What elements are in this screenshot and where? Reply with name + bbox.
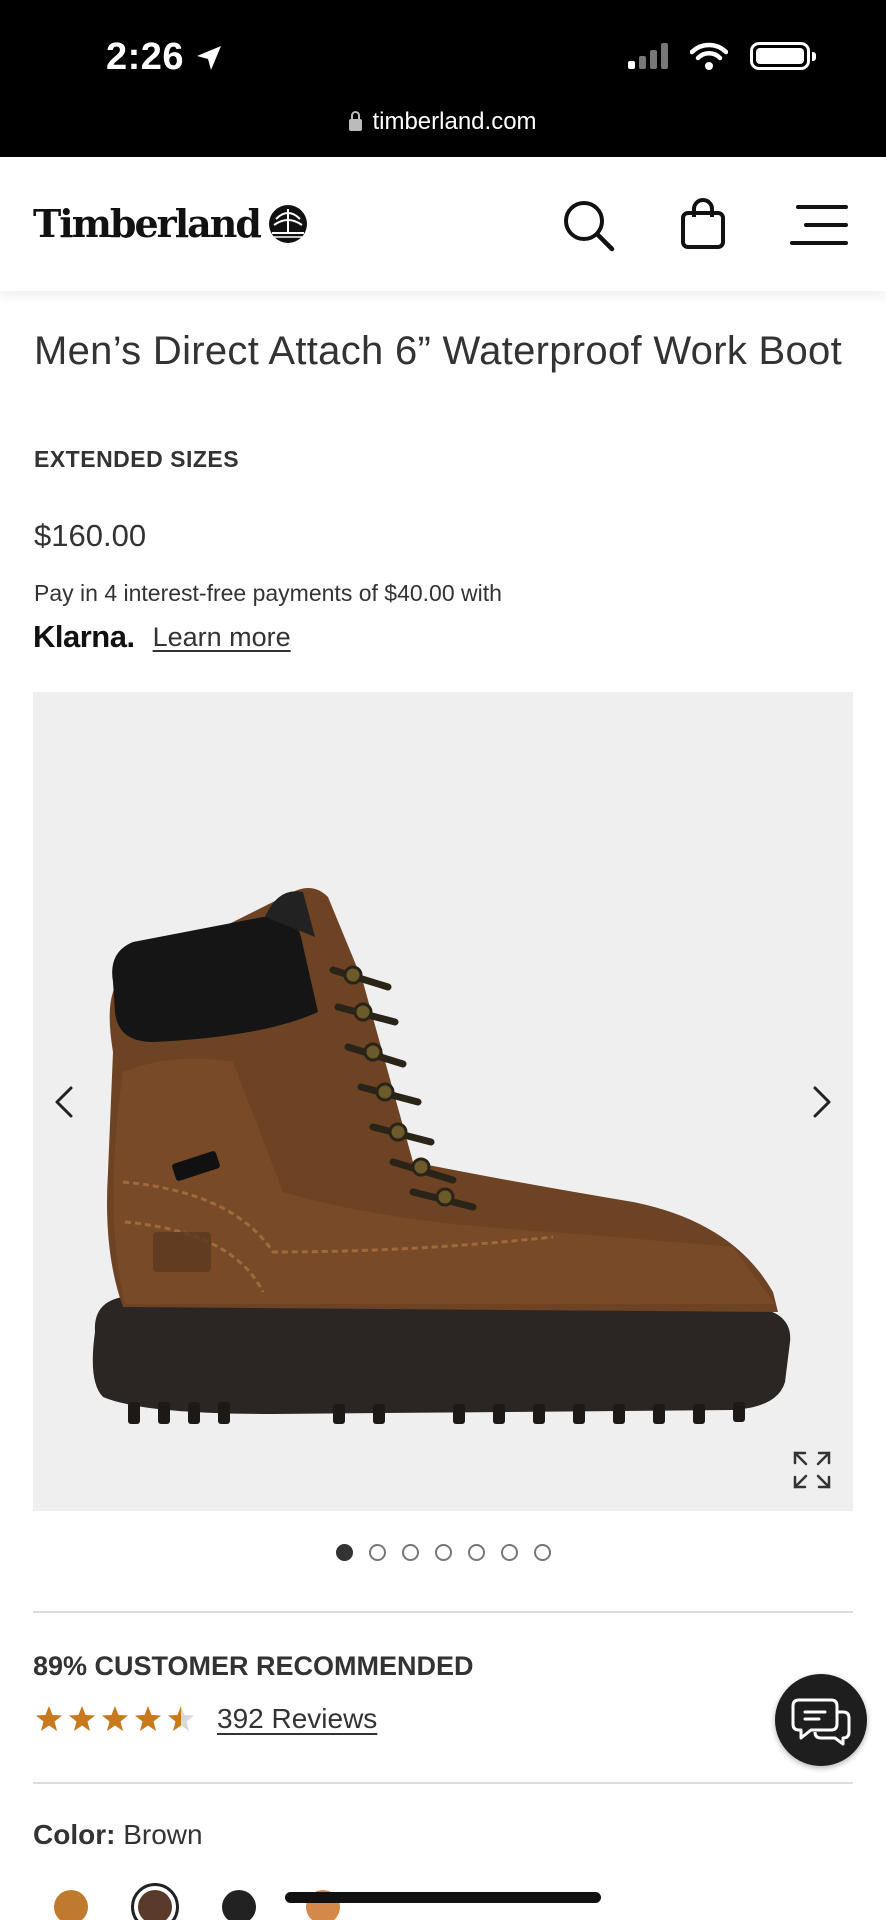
lock-icon [349, 110, 363, 131]
carousel-dot[interactable] [401, 1544, 419, 1561]
menu-icon[interactable] [790, 197, 850, 253]
carousel-dot[interactable] [434, 1544, 452, 1561]
url-domain: timberland.com [372, 108, 537, 135]
klarna-logo: Klarna. [33, 619, 135, 654]
cellular-signal-icon [628, 43, 668, 69]
chat-icon [791, 1698, 851, 1746]
divider [33, 1782, 853, 1784]
color-selection-label: Color: Brown [33, 1819, 203, 1851]
star-icon [36, 1706, 62, 1731]
carousel-dot[interactable] [533, 1544, 551, 1561]
timberland-logo[interactable]: Timberland [33, 201, 310, 246]
product-price: $160.00 [34, 518, 147, 553]
star-rating [33, 1704, 197, 1734]
carousel-prev-icon[interactable] [45, 1082, 85, 1122]
color-label: Color: [33, 1819, 116, 1850]
color-swatch[interactable] [222, 1890, 256, 1920]
carousel-pagination [0, 1544, 886, 1561]
carousel-next-icon[interactable] [801, 1082, 841, 1122]
star-icon [135, 1706, 161, 1731]
color-swatch[interactable] [54, 1890, 88, 1920]
star-icon [69, 1706, 95, 1731]
expand-icon[interactable] [791, 1449, 833, 1491]
chat-button[interactable] [775, 1674, 867, 1766]
star-icon [102, 1706, 128, 1731]
site-header: Timberland [0, 157, 886, 291]
carousel-dot[interactable] [368, 1544, 386, 1561]
rating-row: 392 Reviews [33, 1703, 377, 1735]
status-indicators [628, 42, 816, 70]
browser-chrome: 2:26 timberland.com [0, 0, 886, 157]
home-indicator [285, 1892, 601, 1903]
battery-icon [750, 42, 816, 70]
reviews-link[interactable]: 392 Reviews [217, 1703, 377, 1735]
search-icon[interactable] [560, 197, 616, 253]
tree-logo-icon [268, 204, 307, 243]
shopping-bag-icon[interactable] [676, 197, 732, 253]
product-title: Men’s Direct Attach 6” Waterproof Work B… [34, 329, 843, 373]
product-image-boot [92, 888, 791, 1424]
carousel-dot[interactable] [467, 1544, 485, 1561]
url-bar[interactable]: timberland.com [0, 108, 886, 136]
color-swatch[interactable] [131, 1883, 179, 1920]
divider [33, 1611, 853, 1613]
star-icon [168, 1706, 194, 1731]
status-time-text: 2:26 [106, 36, 185, 78]
wifi-icon [690, 42, 728, 70]
customer-recommended: 89% CUSTOMER RECOMMENDED [33, 1651, 474, 1681]
klarna-row: Klarna. Learn more [33, 619, 291, 655]
installment-text: Pay in 4 interest-free payments of $40.0… [34, 580, 502, 606]
color-value: Brown [123, 1819, 203, 1850]
carousel-dot[interactable] [500, 1544, 518, 1561]
product-image-carousel[interactable] [33, 692, 853, 1511]
status-time: 2:26 [106, 36, 224, 79]
extended-sizes-tag: EXTENDED SIZES [34, 446, 240, 472]
carousel-dot[interactable] [335, 1544, 353, 1561]
learn-more-link[interactable]: Learn more [153, 622, 291, 653]
location-arrow-icon [197, 45, 222, 70]
logo-text: Timberland [33, 201, 262, 246]
